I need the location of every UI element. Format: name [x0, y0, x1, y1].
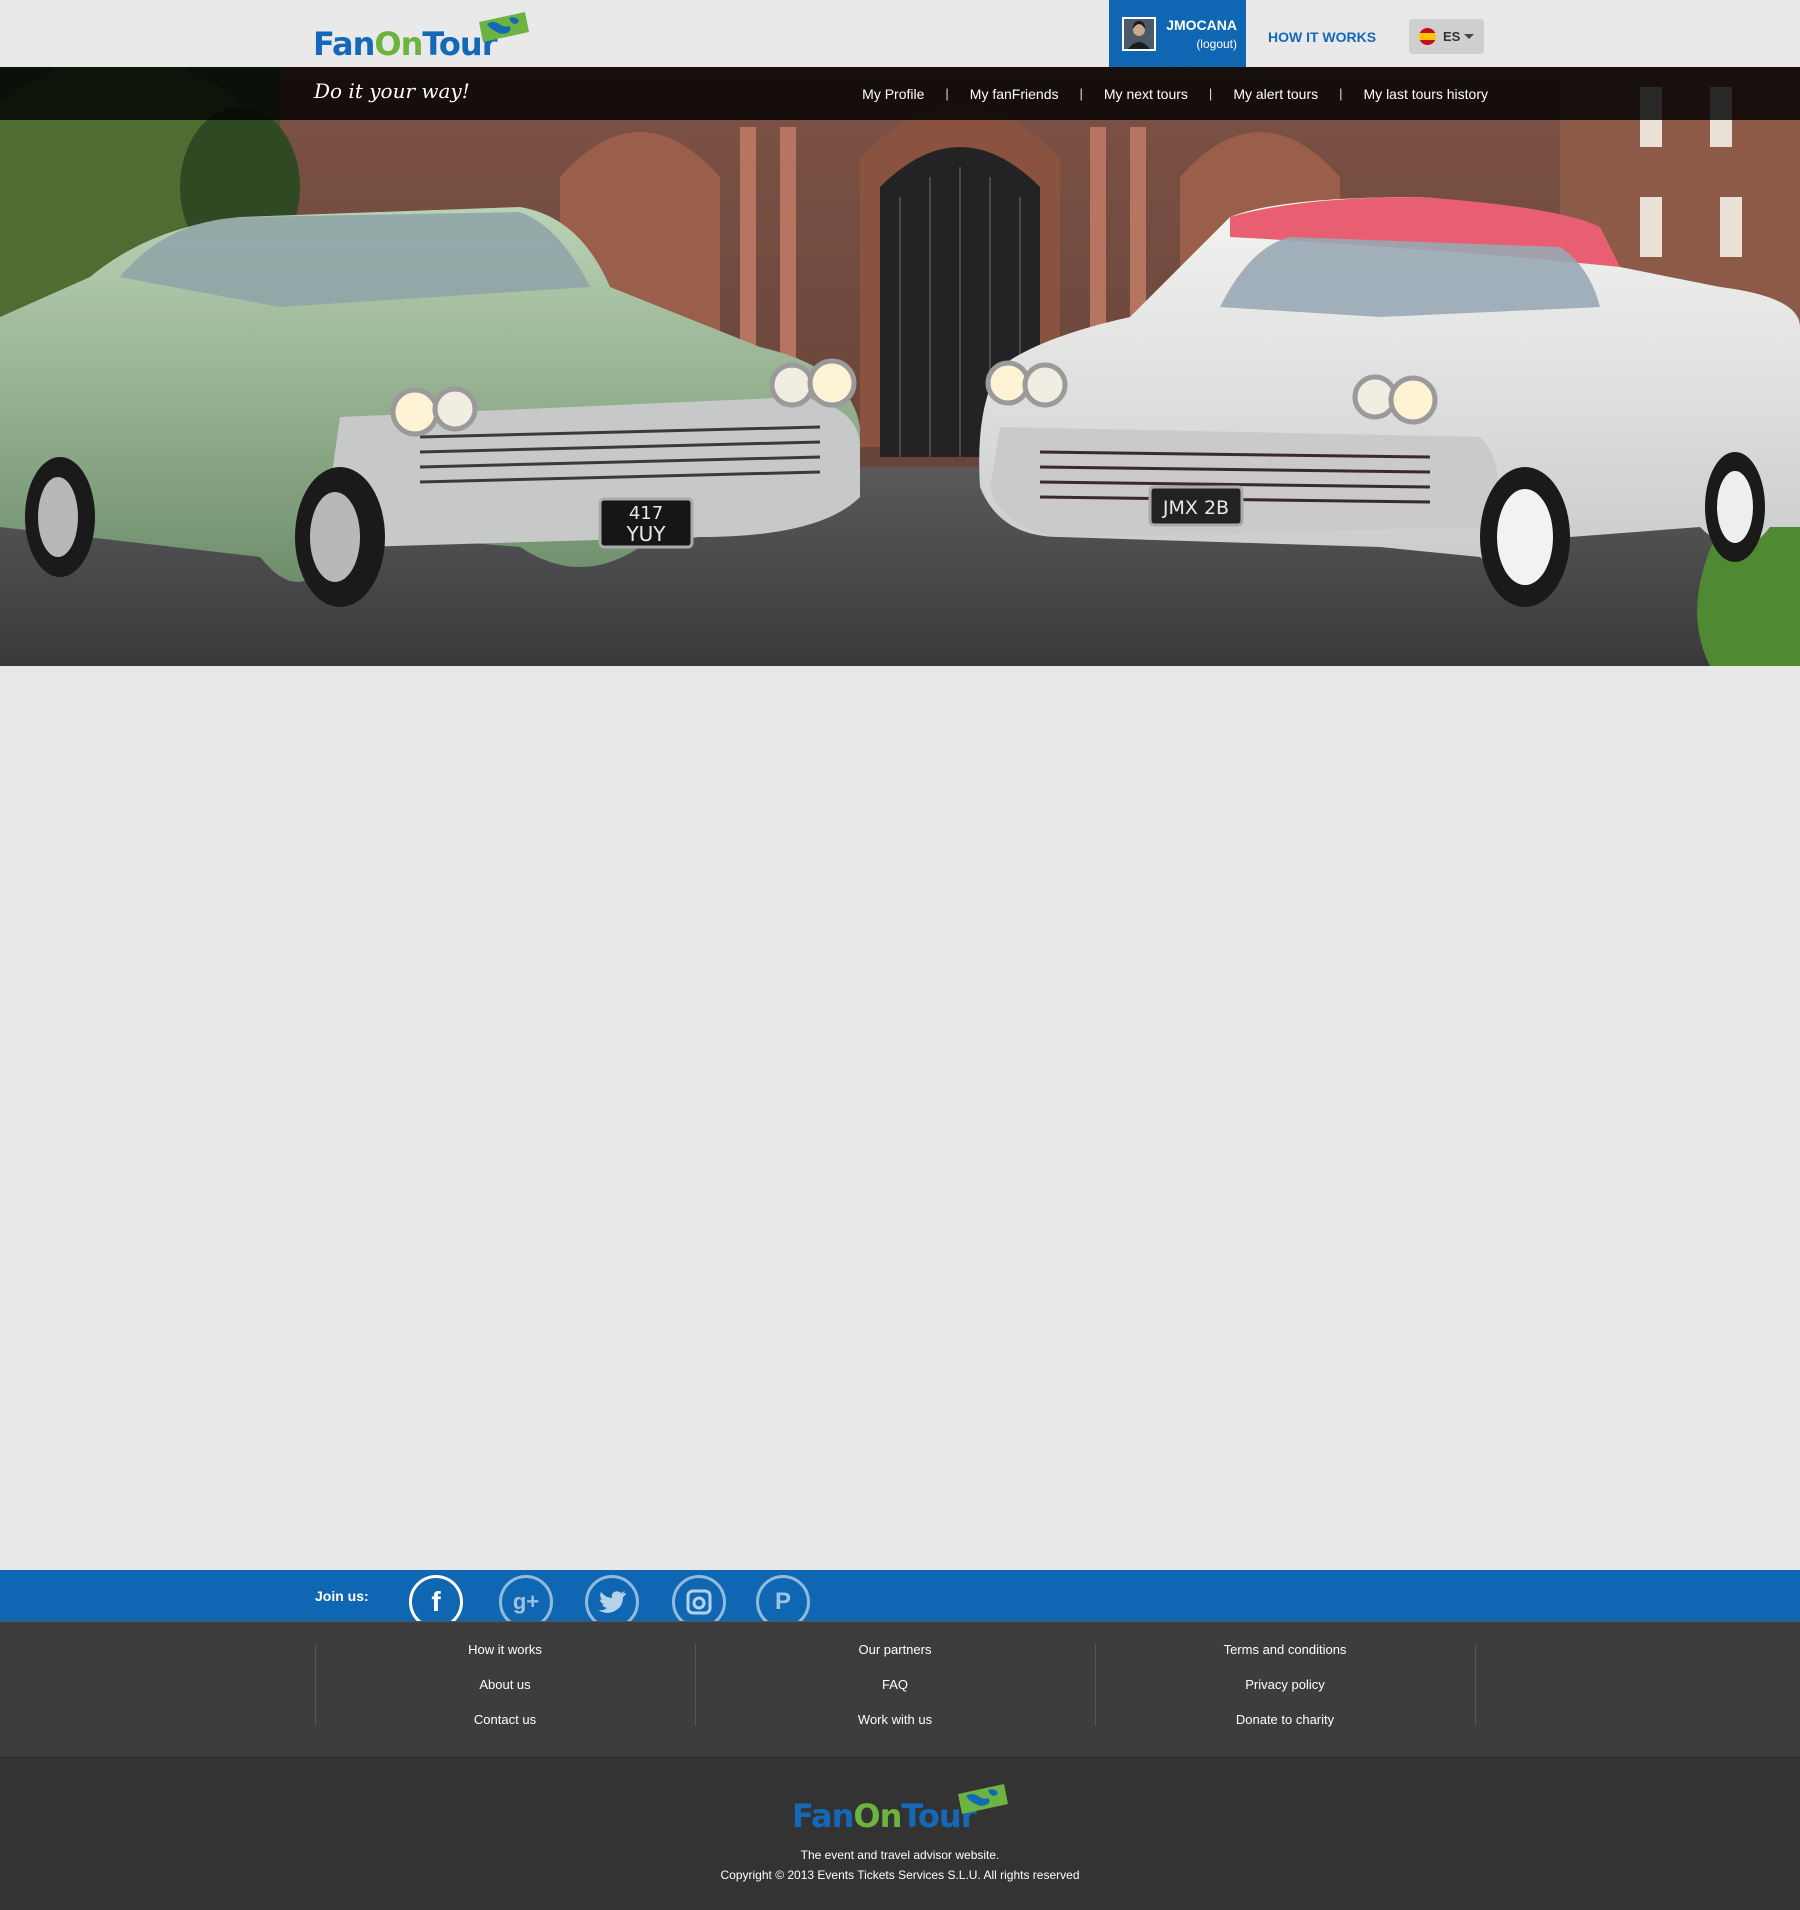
- subnav-item-my-last-tours-history[interactable]: My last tours history: [1364, 86, 1488, 102]
- footer-link-how-it-works[interactable]: How it works: [468, 1642, 542, 1657]
- footer-link-donate[interactable]: Donate to charity: [1236, 1712, 1334, 1727]
- subnav-item-my-next-tours[interactable]: My next tours: [1104, 86, 1188, 102]
- subnav-item-my-fanfriends[interactable]: My fanFriends: [970, 86, 1059, 102]
- logo-text-on: On: [853, 1797, 902, 1835]
- footer-link-about-us[interactable]: About us: [479, 1677, 530, 1692]
- site-logo[interactable]: FanOnTour: [313, 12, 533, 60]
- footer-link-faq[interactable]: FAQ: [882, 1677, 908, 1692]
- logo-text-on: On: [374, 25, 423, 63]
- google-plus-icon[interactable]: g+: [499, 1575, 553, 1621]
- footer-link-contact-us[interactable]: Contact us: [474, 1712, 536, 1727]
- tagline: Do it your way!: [314, 79, 470, 103]
- footer-column-2: Our partners FAQ Work with us: [695, 1642, 1095, 1727]
- footer-column-1: How it works About us Contact us: [315, 1642, 695, 1727]
- plate-left-line1: 417: [629, 503, 663, 524]
- logo-text-fan: Fan: [313, 25, 375, 63]
- spain-flag-icon: [1419, 28, 1436, 45]
- divider: [1475, 1644, 1476, 1726]
- logo-text-fan: Fan: [792, 1797, 854, 1835]
- how-it-works-link[interactable]: HOW IT WORKS: [1268, 29, 1376, 45]
- facebook-icon[interactable]: f: [409, 1575, 463, 1621]
- footer-logo[interactable]: FanOnTour: [792, 1784, 1012, 1832]
- footer-column-3: Terms and conditions Privacy policy Dona…: [1095, 1642, 1475, 1727]
- subnav-menu: My Profile | My fanFriends | My next tou…: [862, 67, 1488, 120]
- footer-link-work-with-us[interactable]: Work with us: [858, 1712, 932, 1727]
- language-code: ES: [1443, 29, 1461, 44]
- plate-right: JMX 2B: [1162, 497, 1229, 519]
- footer-link-terms[interactable]: Terms and conditions: [1224, 1642, 1347, 1657]
- twitter-icon[interactable]: [585, 1575, 639, 1621]
- subnav-separator: |: [1079, 86, 1083, 101]
- hero-banner: 417 YUY JMX 2B Do it your way! My Profil…: [0, 67, 1800, 666]
- instagram-icon[interactable]: [672, 1575, 726, 1621]
- user-avatar: [1122, 17, 1156, 51]
- username: JMOCANA: [1166, 17, 1237, 33]
- footer-tagline: The event and travel advisor website.: [800, 1848, 1000, 1862]
- footer-link-our-partners[interactable]: Our partners: [859, 1642, 932, 1657]
- subnav-separator: |: [1208, 86, 1213, 101]
- copyright: Copyright © 2013 Events Tickets Services…: [720, 1868, 1080, 1882]
- join-us-label: Join us:: [315, 1588, 369, 1604]
- subnav-item-my-alert-tours[interactable]: My alert tours: [1233, 86, 1318, 102]
- plate-left-line2: YUY: [625, 522, 666, 546]
- pinterest-icon[interactable]: P: [756, 1575, 810, 1621]
- subnav-item-my-profile[interactable]: My Profile: [862, 86, 924, 102]
- chevron-down-icon: [1464, 34, 1475, 39]
- subnav-separator: |: [945, 86, 949, 101]
- language-select[interactable]: ES: [1409, 19, 1484, 54]
- globe-ticket-icon: [479, 12, 529, 42]
- logout-link[interactable]: (logout): [1196, 37, 1237, 51]
- footer-bottom: FanOnTour The event and travel advisor w…: [0, 1758, 1800, 1910]
- globe-ticket-icon: [958, 1784, 1008, 1814]
- user-menu[interactable]: JMOCANA (logout): [1109, 0, 1246, 75]
- top-header: FanOnTour JMOCANA (logout) HOW IT WORKS …: [0, 0, 1800, 75]
- hero-image: 417 YUY JMX 2B: [0, 67, 1800, 666]
- sub-navigation: Do it your way! My Profile | My fanFrien…: [0, 67, 1800, 120]
- social-bar: Join us: f g+ P: [0, 1570, 1800, 1621]
- subnav-separator: |: [1339, 86, 1343, 101]
- footer-links: How it works About us Contact us Our par…: [0, 1621, 1800, 1758]
- footer-link-privacy[interactable]: Privacy policy: [1245, 1677, 1324, 1692]
